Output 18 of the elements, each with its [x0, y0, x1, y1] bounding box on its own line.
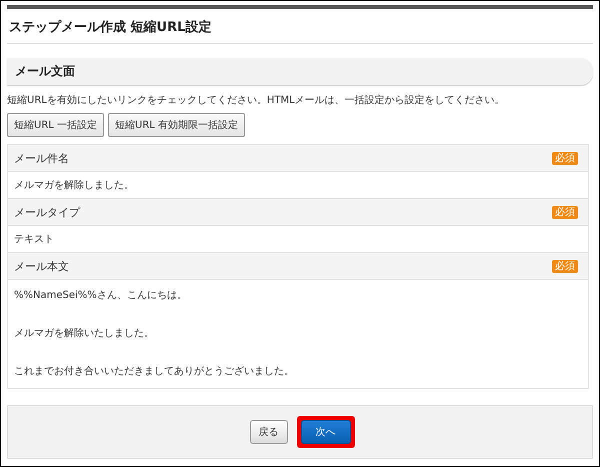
field-value: テキスト: [14, 233, 54, 246]
required-badge: 必須: [552, 152, 578, 164]
field-label: メール件名: [14, 150, 69, 166]
page-title: ステップメール作成 短縮URL設定: [7, 9, 593, 44]
next-button[interactable]: 次へ: [300, 420, 350, 444]
settings-button[interactable]: 短縮URL 一括設定: [7, 113, 104, 137]
required-badge: 必須: [552, 260, 578, 272]
field-value: メルマガを解除しました。: [14, 179, 134, 192]
required-badge: 必須: [552, 206, 578, 218]
back-button[interactable]: 戻る: [250, 420, 288, 444]
field-label: メール本文: [14, 258, 69, 274]
field-value: メルマガを解除いたしました。: [14, 327, 154, 340]
description-text: 短縮URLを有効にしたいリンクをチェックしてください。HTMLメールは、一括設定から設定をしてください。: [7, 94, 506, 107]
settings-button[interactable]: 短縮URL 有効期限一括設定: [108, 113, 246, 137]
field-value: %%NameSei%%さん、こんにちは。: [14, 289, 187, 302]
field-value: これまでお付き合いいただきましてありがとうございました。: [14, 365, 294, 378]
field-label: メールタイプ: [14, 204, 80, 220]
section-header: メール文面: [7, 58, 593, 85]
